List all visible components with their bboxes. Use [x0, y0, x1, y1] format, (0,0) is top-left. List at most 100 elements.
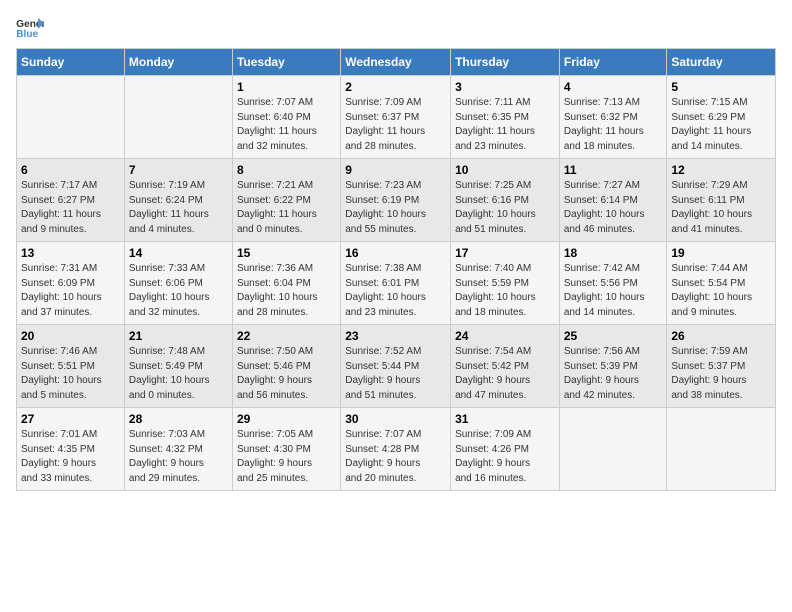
calendar-table: SundayMondayTuesdayWednesdayThursdayFrid…	[16, 48, 776, 491]
day-info: Sunrise: 7:11 AM Sunset: 6:35 PM Dayligh…	[455, 96, 555, 154]
calendar-cell: 19 Sunrise: 7:44 AM Sunset: 5:54 PM Dayli…	[667, 242, 776, 325]
day-info: Sunrise: 7:23 AM Sunset: 6:19 PM Dayligh…	[345, 179, 446, 237]
day-info: Sunrise: 7:54 AM Sunset: 5:42 PM Dayligh…	[455, 345, 555, 403]
calendar-cell: 18 Sunrise: 7:42 AM Sunset: 5:56 PM Dayli…	[559, 242, 667, 325]
day-info: Sunrise: 7:42 AM Sunset: 5:56 PM Dayligh…	[564, 262, 663, 320]
day-number: 3	[455, 80, 555, 94]
day-info: Sunrise: 7:21 AM Sunset: 6:22 PM Dayligh…	[237, 179, 336, 237]
calendar-cell: 9 Sunrise: 7:23 AM Sunset: 6:19 PM Daylig…	[341, 159, 451, 242]
day-info: Sunrise: 7:03 AM Sunset: 4:32 PM Dayligh…	[129, 428, 228, 486]
day-info: Sunrise: 7:33 AM Sunset: 6:06 PM Dayligh…	[129, 262, 228, 320]
day-number: 27	[21, 412, 120, 426]
day-number: 1	[237, 80, 336, 94]
day-info: Sunrise: 7:31 AM Sunset: 6:09 PM Dayligh…	[21, 262, 120, 320]
day-header-monday: Monday	[124, 49, 232, 76]
calendar-cell: 10 Sunrise: 7:25 AM Sunset: 6:16 PM Dayli…	[451, 159, 560, 242]
day-number: 24	[455, 329, 555, 343]
week-row-1: 1 Sunrise: 7:07 AM Sunset: 6:40 PM Daylig…	[17, 76, 776, 159]
calendar-cell: 24 Sunrise: 7:54 AM Sunset: 5:42 PM Dayli…	[451, 325, 560, 408]
day-number: 29	[237, 412, 336, 426]
calendar-cell: 13 Sunrise: 7:31 AM Sunset: 6:09 PM Dayli…	[17, 242, 125, 325]
day-number: 5	[671, 80, 771, 94]
day-number: 11	[564, 163, 663, 177]
week-row-2: 6 Sunrise: 7:17 AM Sunset: 6:27 PM Daylig…	[17, 159, 776, 242]
days-header-row: SundayMondayTuesdayWednesdayThursdayFrid…	[17, 49, 776, 76]
week-row-4: 20Sunrise: 7:46 AM Sunset: 5:51 PM Dayli…	[17, 325, 776, 408]
calendar-cell: 5 Sunrise: 7:15 AM Sunset: 6:29 PM Daylig…	[667, 76, 776, 159]
calendar-cell: 2 Sunrise: 7:09 AM Sunset: 6:37 PM Daylig…	[341, 76, 451, 159]
day-number: 12	[671, 163, 771, 177]
day-info: Sunrise: 7:09 AM Sunset: 6:37 PM Dayligh…	[345, 96, 446, 154]
day-info: Sunrise: 7:07 AM Sunset: 4:28 PM Dayligh…	[345, 428, 446, 486]
day-number: 15	[237, 246, 336, 260]
calendar-cell: 27 Sunrise: 7:01 AM Sunset: 4:35 PM Dayli…	[17, 408, 125, 491]
svg-text:Blue: Blue	[16, 29, 38, 38]
calendar-cell: 28 Sunrise: 7:03 AM Sunset: 4:32 PM Dayli…	[124, 408, 232, 491]
day-number: 31	[455, 412, 555, 426]
calendar-cell: 17 Sunrise: 7:40 AM Sunset: 5:59 PM Dayli…	[451, 242, 560, 325]
day-number: 28	[129, 412, 228, 426]
day-info: Sunrise: 7:44 AM Sunset: 5:54 PM Dayligh…	[671, 262, 771, 320]
day-info: Sunrise: 7:27 AM Sunset: 6:14 PM Dayligh…	[564, 179, 663, 237]
calendar-cell	[17, 76, 125, 159]
header: General Blue	[16, 16, 776, 38]
day-info: Sunrise: 7:36 AM Sunset: 6:04 PM Dayligh…	[237, 262, 336, 320]
day-number: 22	[237, 329, 336, 343]
day-number: 26	[671, 329, 771, 343]
logo: General Blue	[16, 16, 48, 38]
day-number: 19	[671, 246, 771, 260]
calendar-cell: 20Sunrise: 7:46 AM Sunset: 5:51 PM Dayli…	[17, 325, 125, 408]
day-number: 2	[345, 80, 446, 94]
day-header-tuesday: Tuesday	[232, 49, 340, 76]
day-info: Sunrise: 7:17 AM Sunset: 6:27 PM Dayligh…	[21, 179, 120, 237]
day-number: 16	[345, 246, 446, 260]
day-info: Sunrise: 7:25 AM Sunset: 6:16 PM Dayligh…	[455, 179, 555, 237]
calendar-cell: 16 Sunrise: 7:38 AM Sunset: 6:01 PM Dayli…	[341, 242, 451, 325]
day-number: 6	[21, 163, 120, 177]
calendar-cell: 12 Sunrise: 7:29 AM Sunset: 6:11 PM Dayli…	[667, 159, 776, 242]
day-header-friday: Friday	[559, 49, 667, 76]
day-info: Sunrise: 7:15 AM Sunset: 6:29 PM Dayligh…	[671, 96, 771, 154]
calendar-cell: 26Sunrise: 7:59 AM Sunset: 5:37 PM Dayli…	[667, 325, 776, 408]
calendar-cell: 29 Sunrise: 7:05 AM Sunset: 4:30 PM Dayli…	[232, 408, 340, 491]
day-number: 30	[345, 412, 446, 426]
calendar-cell: 21 Sunrise: 7:48 AM Sunset: 5:49 PM Dayli…	[124, 325, 232, 408]
day-info: Sunrise: 7:38 AM Sunset: 6:01 PM Dayligh…	[345, 262, 446, 320]
day-info: Sunrise: 7:05 AM Sunset: 4:30 PM Dayligh…	[237, 428, 336, 486]
day-header-saturday: Saturday	[667, 49, 776, 76]
day-number: 9	[345, 163, 446, 177]
calendar-cell: 3 Sunrise: 7:11 AM Sunset: 6:35 PM Daylig…	[451, 76, 560, 159]
day-number: 21	[129, 329, 228, 343]
day-info: Sunrise: 7:56 AM Sunset: 5:39 PM Dayligh…	[564, 345, 663, 403]
day-number: 17	[455, 246, 555, 260]
calendar-cell: 22 Sunrise: 7:50 AM Sunset: 5:46 PM Dayli…	[232, 325, 340, 408]
day-info: Sunrise: 7:50 AM Sunset: 5:46 PM Dayligh…	[237, 345, 336, 403]
calendar-cell	[667, 408, 776, 491]
calendar-cell: 23Sunrise: 7:52 AM Sunset: 5:44 PM Dayli…	[341, 325, 451, 408]
day-info: Sunrise: 7:07 AM Sunset: 6:40 PM Dayligh…	[237, 96, 336, 154]
calendar-cell: 11 Sunrise: 7:27 AM Sunset: 6:14 PM Dayli…	[559, 159, 667, 242]
day-number: 18	[564, 246, 663, 260]
day-number: 13	[21, 246, 120, 260]
logo-icon: General Blue	[16, 16, 44, 38]
day-header-thursday: Thursday	[451, 49, 560, 76]
day-info: Sunrise: 7:09 AM Sunset: 4:26 PM Dayligh…	[455, 428, 555, 486]
calendar-cell	[124, 76, 232, 159]
day-info: Sunrise: 7:48 AM Sunset: 5:49 PM Dayligh…	[129, 345, 228, 403]
day-number: 23	[345, 329, 446, 343]
day-info: Sunrise: 7:29 AM Sunset: 6:11 PM Dayligh…	[671, 179, 771, 237]
day-number: 14	[129, 246, 228, 260]
calendar-cell: 7Sunrise: 7:19 AM Sunset: 6:24 PM Daylig…	[124, 159, 232, 242]
calendar-cell: 31 Sunrise: 7:09 AM Sunset: 4:26 PM Dayli…	[451, 408, 560, 491]
calendar-cell	[559, 408, 667, 491]
calendar-cell: 14 Sunrise: 7:33 AM Sunset: 6:06 PM Dayli…	[124, 242, 232, 325]
day-number: 10	[455, 163, 555, 177]
week-row-3: 13 Sunrise: 7:31 AM Sunset: 6:09 PM Dayli…	[17, 242, 776, 325]
calendar-cell: 4Sunrise: 7:13 AM Sunset: 6:32 PM Daylig…	[559, 76, 667, 159]
day-info: Sunrise: 7:01 AM Sunset: 4:35 PM Dayligh…	[21, 428, 120, 486]
day-info: Sunrise: 7:40 AM Sunset: 5:59 PM Dayligh…	[455, 262, 555, 320]
day-number: 4	[564, 80, 663, 94]
calendar-cell: 15 Sunrise: 7:36 AM Sunset: 6:04 PM Dayli…	[232, 242, 340, 325]
day-number: 7	[129, 163, 228, 177]
calendar-cell: 1 Sunrise: 7:07 AM Sunset: 6:40 PM Daylig…	[232, 76, 340, 159]
